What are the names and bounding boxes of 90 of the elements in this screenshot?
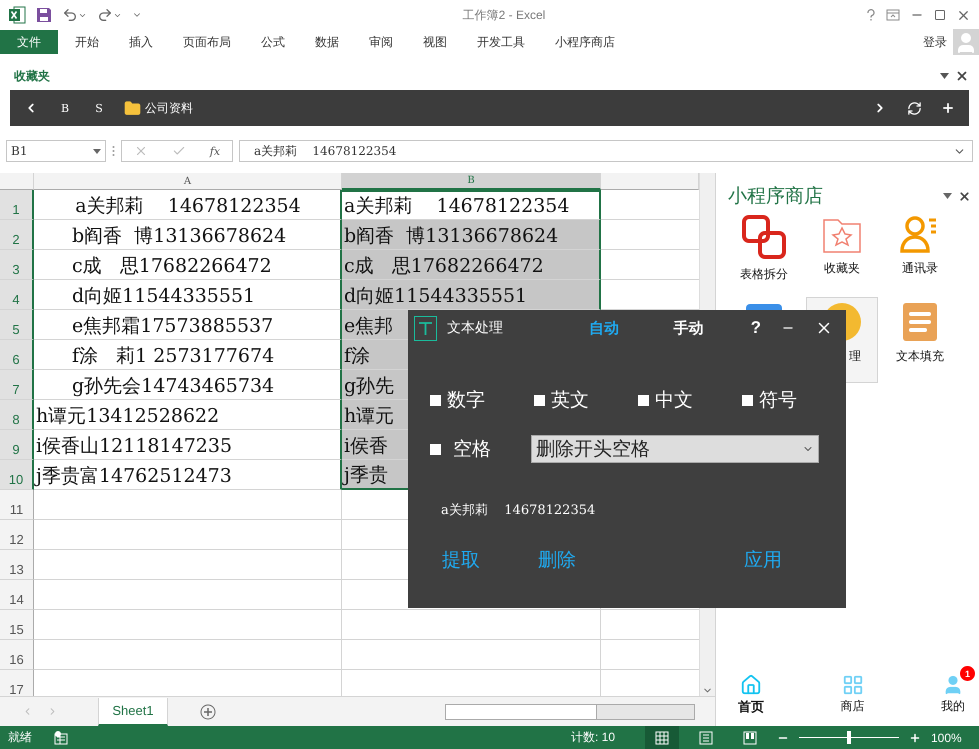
cell-text: d向姬11544335551 [344, 284, 528, 309]
row-header[interactable]: 7 [0, 370, 34, 400]
row-header[interactable]: 2 [0, 220, 34, 250]
action-button[interactable]: 删除 [538, 547, 576, 573]
cell-text: j季贵富14762512473 [36, 464, 232, 489]
ribbon-tab[interactable]: 数据 [302, 34, 352, 50]
cell-text: c成 思17682266472 [72, 254, 272, 279]
nav-tab[interactable]: 我的 1 [931, 666, 975, 716]
option-checkbox[interactable]: 符号 [742, 387, 846, 413]
cell-text: d向姬11544335551 [72, 284, 256, 309]
option-checkbox[interactable]: 英文 [534, 387, 638, 413]
cell-text: g孙先 [344, 374, 394, 399]
count-text: 计数: 10 [570, 729, 615, 746]
row-header[interactable]: 13 [0, 550, 34, 580]
app-label: 表格拆分 [740, 266, 788, 283]
row-header[interactable]: 17 [0, 670, 34, 696]
notification-badge: 1 [960, 666, 975, 681]
app-tile[interactable]: 收藏夹 [806, 209, 878, 295]
row-header[interactable]: 11 [0, 490, 34, 520]
name-box[interactable]: B1 [6, 140, 106, 162]
panel-title: 小程序商店 [728, 185, 824, 209]
window-title: 工作簿2 - Excel [462, 6, 546, 24]
row-header[interactable]: 14 [0, 580, 34, 610]
cell-text: e焦邦霜17573885537 [72, 314, 274, 339]
cell-text: i侯香山12118147235 [36, 434, 232, 459]
insert-function-button[interactable]: fx [210, 144, 220, 158]
cell-text: c成 思17682266472 [344, 254, 544, 279]
sign-in-link[interactable]: 登录 [917, 32, 953, 52]
ribbon-tab[interactable]: 页面布局 [170, 34, 244, 50]
ribbon-tab[interactable]: 开发工具 [464, 34, 538, 50]
cell-text: a关邦莉 14678122354 [344, 194, 570, 219]
status-text: 就绪 [8, 729, 32, 746]
nav-tab[interactable]: 首页 [728, 666, 774, 716]
space-checkbox[interactable]: 空格 [430, 436, 491, 462]
row-header[interactable]: 4 [0, 280, 34, 310]
cell-text: i侯香 [344, 434, 388, 459]
action-button[interactable]: 提取 [442, 547, 480, 573]
row-header[interactable]: 10 [0, 460, 34, 490]
cell-text: g孙先会14743465734 [72, 374, 274, 399]
dialog-title: 文本处理 [447, 319, 504, 337]
bookmark-button[interactable]: S [84, 94, 114, 122]
favorites-title: 收藏夹 [14, 68, 51, 84]
app-label: 收藏夹 [824, 260, 860, 277]
option-checkbox[interactable]: 数字 [430, 387, 534, 413]
row-header[interactable]: 5 [0, 310, 34, 340]
app-label: 通讯录 [902, 260, 938, 277]
cell-text: e焦邦 [344, 314, 394, 339]
help-button[interactable]: ? [746, 318, 766, 338]
cell-text: b阎香 博13136678624 [72, 224, 286, 249]
column-header[interactable]: A [34, 173, 342, 190]
row-header[interactable]: 16 [0, 640, 34, 670]
mode-dropdown[interactable]: 删除开头空格 [531, 435, 819, 463]
cell-text: h谭元13412528622 [36, 404, 220, 429]
row-header[interactable]: 1 [0, 190, 34, 220]
file-tab[interactable]: 文件 [0, 30, 58, 54]
row-header[interactable]: 9 [0, 430, 34, 460]
zoom-level[interactable]: 100% [931, 730, 971, 744]
cell-text: f涂 [344, 344, 370, 369]
ribbon-tab[interactable]: 小程序商店 [542, 34, 628, 50]
sheet-tab[interactable]: Sheet1 [98, 698, 168, 726]
ribbon-tab[interactable]: 审阅 [356, 34, 406, 50]
row-header[interactable]: 12 [0, 520, 34, 550]
app-tile[interactable]: 通讯录 [884, 209, 956, 295]
app-tile[interactable]: 表格拆分 [728, 209, 800, 295]
folder-button[interactable]: 公司资料 [118, 94, 199, 122]
bookmark-button[interactable]: B [50, 94, 80, 122]
mode-tab[interactable]: 手动 [651, 318, 726, 338]
ribbon-tab[interactable]: 插入 [116, 34, 166, 50]
cell-text: b阎香 博13136678624 [344, 224, 558, 249]
row-header[interactable]: 8 [0, 400, 34, 430]
row-header[interactable]: 6 [0, 340, 34, 370]
ribbon-tab[interactable]: 公式 [248, 34, 298, 50]
row-header[interactable]: 15 [0, 610, 34, 640]
option-checkbox[interactable]: 中文 [638, 387, 742, 413]
formula-field[interactable]: a关邦莉 14678122354 [239, 140, 973, 162]
row-header[interactable]: 3 [0, 250, 34, 280]
cell-text: h谭元 [344, 404, 394, 429]
ribbon-tab[interactable]: 开始 [62, 34, 112, 50]
mode-tab[interactable]: 自动 [567, 318, 642, 338]
preview-text: a关邦莉 14678122354 [441, 502, 596, 519]
cell-text: j季贵 [344, 463, 388, 488]
nav-tab[interactable]: 商店 [830, 666, 874, 716]
app-label: 理 [848, 348, 861, 365]
app-label: 文本填充 [896, 348, 944, 365]
column-header[interactable]: B [342, 173, 601, 190]
action-button[interactable]: 应用 [744, 547, 782, 573]
ribbon-tab[interactable]: 视图 [410, 34, 460, 50]
cell-text: a关邦莉 14678122354 [75, 194, 301, 219]
app-tile[interactable]: 文本填充 [884, 297, 956, 383]
cell-text: f涂 莉1 2573177674 [72, 344, 274, 369]
